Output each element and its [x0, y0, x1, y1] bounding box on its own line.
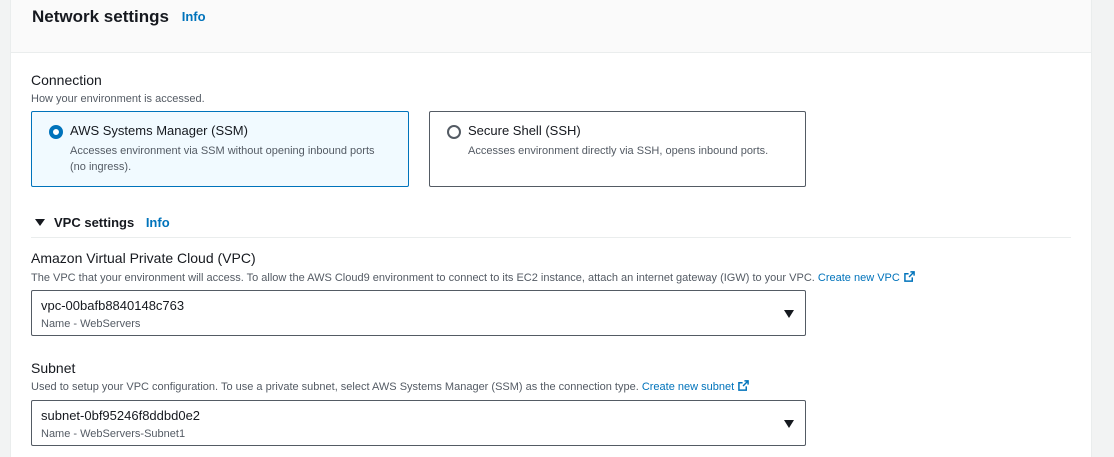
section-info-link[interactable]: Info: [182, 9, 206, 24]
dropdown-arrow-icon: [784, 420, 794, 428]
vpc-settings-label: VPC settings: [54, 215, 135, 230]
vpc-settings-expander[interactable]: VPC settings Info: [35, 215, 170, 230]
subnet-select-sub: Name - WebServers-Subnet1: [41, 428, 186, 440]
subnet-select[interactable]: subnet-0bf95246f8ddbd0e2 Name - WebServe…: [31, 400, 806, 446]
subnet-label: Subnet: [31, 360, 76, 376]
subnet-description-text: Used to setup your VPC configuration. To…: [31, 381, 639, 393]
external-link-icon: [738, 380, 749, 391]
create-subnet-link[interactable]: Create new subnet: [641, 380, 749, 393]
subnet-description: Used to setup your VPC configuration. To…: [31, 380, 749, 393]
vpc-select-value: vpc-00bafb8840148c763: [41, 298, 185, 313]
vpc-select[interactable]: vpc-00bafb8840148c763 Name - WebServers: [31, 290, 806, 336]
vpc-select-sub: Name - WebServers: [41, 318, 141, 330]
vpc-description: The VPC that your environment will acces…: [31, 271, 915, 284]
create-subnet-link-text: Create new subnet: [641, 381, 735, 393]
section-title: Network settings Info: [32, 7, 206, 27]
vpc-description-text: The VPC that your environment will acces…: [31, 272, 815, 284]
ssm-option-label: AWS Systems Manager (SSM): [70, 123, 248, 138]
subnet-select-value: subnet-0bf95246f8ddbd0e2: [41, 408, 201, 423]
ssh-radio[interactable]: [447, 125, 461, 139]
connection-label: Connection: [31, 72, 102, 88]
vpc-settings-info-link[interactable]: Info: [146, 215, 170, 230]
ssm-radio[interactable]: [49, 125, 63, 139]
connection-option-ssh[interactable]: Secure Shell (SSH) Accesses environment …: [429, 111, 806, 187]
external-link-icon: [904, 271, 915, 282]
vpc-label: Amazon Virtual Private Cloud (VPC): [31, 250, 256, 266]
divider: [31, 237, 1071, 238]
ssh-option-description: Accesses environment directly via SSH, o…: [468, 145, 769, 157]
create-vpc-link[interactable]: Create new VPC: [817, 271, 915, 284]
connection-option-ssm[interactable]: AWS Systems Manager (SSM) Accesses envir…: [31, 111, 409, 187]
ssm-option-description: Accesses environment via SSM without ope…: [70, 145, 375, 173]
panel-header: Network settings Info: [11, 0, 1091, 53]
ssh-option-label: Secure Shell (SSH): [468, 123, 581, 138]
section-title-text: Network settings: [32, 7, 169, 26]
dropdown-arrow-icon: [784, 310, 794, 318]
connection-description: How your environment is accessed.: [31, 93, 205, 105]
caret-down-icon: [35, 219, 45, 226]
create-vpc-link-text: Create new VPC: [817, 272, 900, 284]
